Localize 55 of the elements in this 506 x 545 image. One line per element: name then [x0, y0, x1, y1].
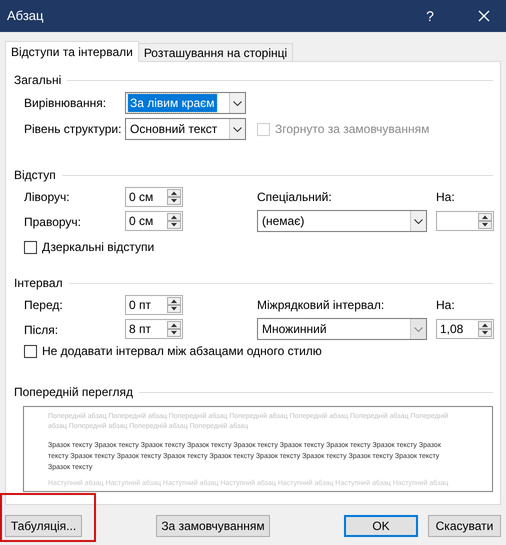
spin-up-icon — [167, 213, 181, 221]
checkbox-label: Не додавати інтервал між абзацами одного стилю — [42, 343, 322, 360]
spin-up-icon — [167, 189, 181, 197]
spin-field[interactable]: 0 см — [125, 211, 183, 231]
section-heading: Загальні — [14, 72, 62, 89]
spin-down-icon — [478, 329, 492, 337]
field-label: Після: — [24, 322, 60, 338]
section-heading: Інтервал — [14, 275, 63, 292]
spin-up-icon — [167, 297, 181, 305]
spin-field[interactable]: 8 пт — [125, 319, 183, 339]
spin-down-icon — [478, 221, 492, 229]
section-heading: Попередній перегляд — [14, 384, 134, 401]
spin-down-icon — [167, 329, 181, 337]
checkbox-row[interactable]: Дзеркальні відступи — [24, 238, 500, 256]
section-heading: Відступ — [14, 167, 56, 184]
dropdown[interactable]: Основний текст — [125, 118, 246, 140]
tab[interactable]: Розташування на сторінці — [138, 43, 294, 62]
field-label: Ліворуч: — [24, 189, 71, 206]
field-label: Вирівнювання: — [24, 95, 108, 112]
spin-field[interactable] — [436, 211, 494, 231]
field-label: На: — [436, 297, 456, 314]
dialog-button[interactable]: Скасувати — [428, 515, 501, 537]
chevron-down-icon — [414, 326, 423, 332]
field-label: Перед: — [24, 297, 64, 314]
field-label: Спеціальний: — [257, 189, 333, 206]
checkbox-label: Згорнуто за замовчуванням — [275, 121, 430, 138]
field-label: Рівень структури: — [24, 121, 122, 138]
close-icon — [478, 10, 490, 22]
spin-down-icon — [167, 221, 181, 229]
checkbox-row[interactable]: Не додавати інтервал між абзацами одного стилю — [24, 342, 500, 360]
spin-up-icon — [478, 321, 492, 329]
field-label: На: — [436, 189, 456, 206]
dropdown[interactable]: За лівим краєм — [125, 92, 246, 114]
chevron-down-icon — [414, 218, 423, 224]
dropdown[interactable]: (немає) — [257, 210, 427, 232]
spin-field[interactable]: 1,08 — [436, 319, 494, 339]
dialog-button[interactable]: За замовчуванням — [156, 515, 270, 537]
chevron-down-icon — [233, 126, 242, 132]
chevron-down-icon — [233, 100, 242, 106]
spin-down-icon — [167, 305, 181, 313]
dialog-button[interactable]: OK — [344, 515, 418, 537]
spin-up-icon — [167, 321, 181, 329]
help-button[interactable]: ? — [416, 2, 444, 30]
tab[interactable]: Відступи та інтервали — [5, 41, 139, 62]
checkbox-label: Дзеркальні відступи — [42, 239, 154, 256]
checkbox[interactable] — [24, 240, 37, 254]
spin-field[interactable]: 0 пт — [125, 295, 183, 315]
checkbox[interactable] — [24, 344, 37, 358]
field-label: Міжрядковий інтервал: — [257, 297, 386, 314]
spin-down-icon — [167, 197, 181, 205]
spin-field[interactable]: 0 см — [125, 187, 183, 207]
window-title: Абзац — [7, 7, 44, 26]
dialog-button[interactable]: Табуляція... — [5, 515, 82, 537]
field-label: Праворуч: — [24, 214, 82, 230]
spin-up-icon — [478, 213, 492, 221]
